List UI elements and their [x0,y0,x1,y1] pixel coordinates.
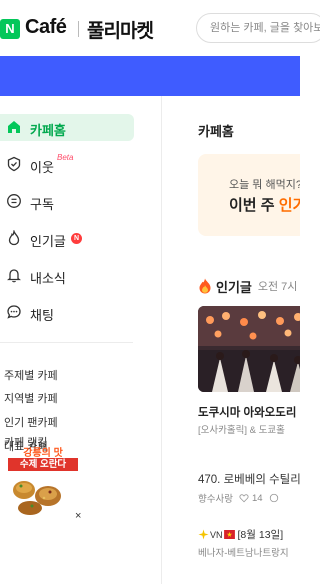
post-cafe-name[interactable]: [오사카홀릭] & 도쿄홀 [198,422,285,436]
fleamarket-logo[interactable]: 풀리마켓 [87,16,154,43]
post-title[interactable]: 470. 로베베의 수틸리 [198,471,300,487]
flame-icon [8,230,20,246]
sidebar-item-subscribe[interactable]: 구독 [0,188,134,215]
sidebar-divider [0,342,133,343]
promo-card[interactable]: 오늘 뭐 해먹지? 이번 주 인기 [198,154,300,236]
sidebar-item-label: 이웃 [30,160,54,175]
sidebar-item-chat[interactable]: 채팅 [0,299,134,326]
chat-bubble-icon [7,305,21,319]
search-input[interactable]: 원하는 카페, 글을 찾아보세요 [196,13,320,43]
top-header: N Café 풀리마켓 원하는 카페, 글을 찾아보세요 [0,0,320,56]
post-meta: 향수사랑 14 [198,491,279,505]
main-content: 카페홈 오늘 뭐 해먹지? 이번 주 인기 인기글 오전 7시 도쿠시마 아와오… [163,96,300,584]
promo-title: 이번 주 인기 [229,194,300,215]
post-title[interactable]: VN [8월 13일] [198,527,283,542]
sparkle-icon [198,529,209,540]
home-icon [8,121,20,133]
logo-divider [78,21,79,37]
ad-subline: 수제 오란다 [8,458,78,471]
sidebar-item-my-news[interactable]: 내소식 [0,262,134,289]
heart-icon [239,494,249,503]
new-badge: N [71,233,82,244]
post-prefix: VN [210,529,223,540]
sidebar: 카페홈 이웃 Beta 구독 인기글 N 내소식 채팅 주제별 카페 지역별 카… [0,96,162,584]
check-badge-icon [7,156,21,172]
post-title-text: [8월 13일] [237,529,284,541]
like-count: 14 [251,492,263,504]
promo-title-accent: 인기 [278,197,300,214]
popular-title: 인기글 [216,279,252,295]
promo-subtitle: 오늘 뭐 해먹지? [229,179,300,191]
post-cafe-name[interactable]: 베나자-베트남나트랑지 [198,545,289,559]
bell-icon [7,269,21,283]
beta-badge: Beta [57,153,74,162]
sidebar-item-popular[interactable]: 인기글 N [0,225,134,252]
sidebar-item-label: 인기글 [30,234,66,249]
post-author[interactable]: 향수사랑 [198,491,233,505]
category-link-ranking[interactable]: 카페 랭킹 [4,434,48,450]
sidebar-ad[interactable]: 강릉의 맛 수제 오란다 × [8,444,81,524]
sidebar-item-label: 내소식 [30,271,66,286]
list-doc-icon [7,194,21,208]
popular-time: 오전 7시 [257,281,298,293]
page-title: 카페홈 [198,124,234,139]
comment-icon [269,493,278,503]
fire-icon [199,278,211,294]
sidebar-item-neighbors[interactable]: 이웃 Beta [0,151,134,178]
category-link-region[interactable]: 지역별 카페 [4,390,58,406]
category-link-fan[interactable]: 인기 팬카페 [4,414,58,430]
sidebar-item-label: 채팅 [30,308,54,323]
snack-image-icon [13,481,61,515]
naver-logo[interactable]: N [0,19,20,39]
sidebar-item-label: 구독 [30,197,54,212]
category-link-topic[interactable]: 주제별 카페 [4,367,58,383]
sidebar-item-label: 카페홈 [30,123,66,138]
post-photo[interactable] [198,306,300,392]
post-title[interactable]: 도쿠시마 아와오도리 [198,404,296,420]
ad-close-button[interactable]: × [75,510,81,522]
cafe-logo[interactable]: Café [25,16,67,39]
promo-title-prefix: 이번 주 [229,197,279,214]
promo-banner[interactable] [0,56,300,96]
flag-icon [223,530,235,539]
sidebar-item-cafe-home[interactable]: 카페홈 [0,114,134,141]
popular-header: 인기글 오전 7시 [198,276,297,296]
